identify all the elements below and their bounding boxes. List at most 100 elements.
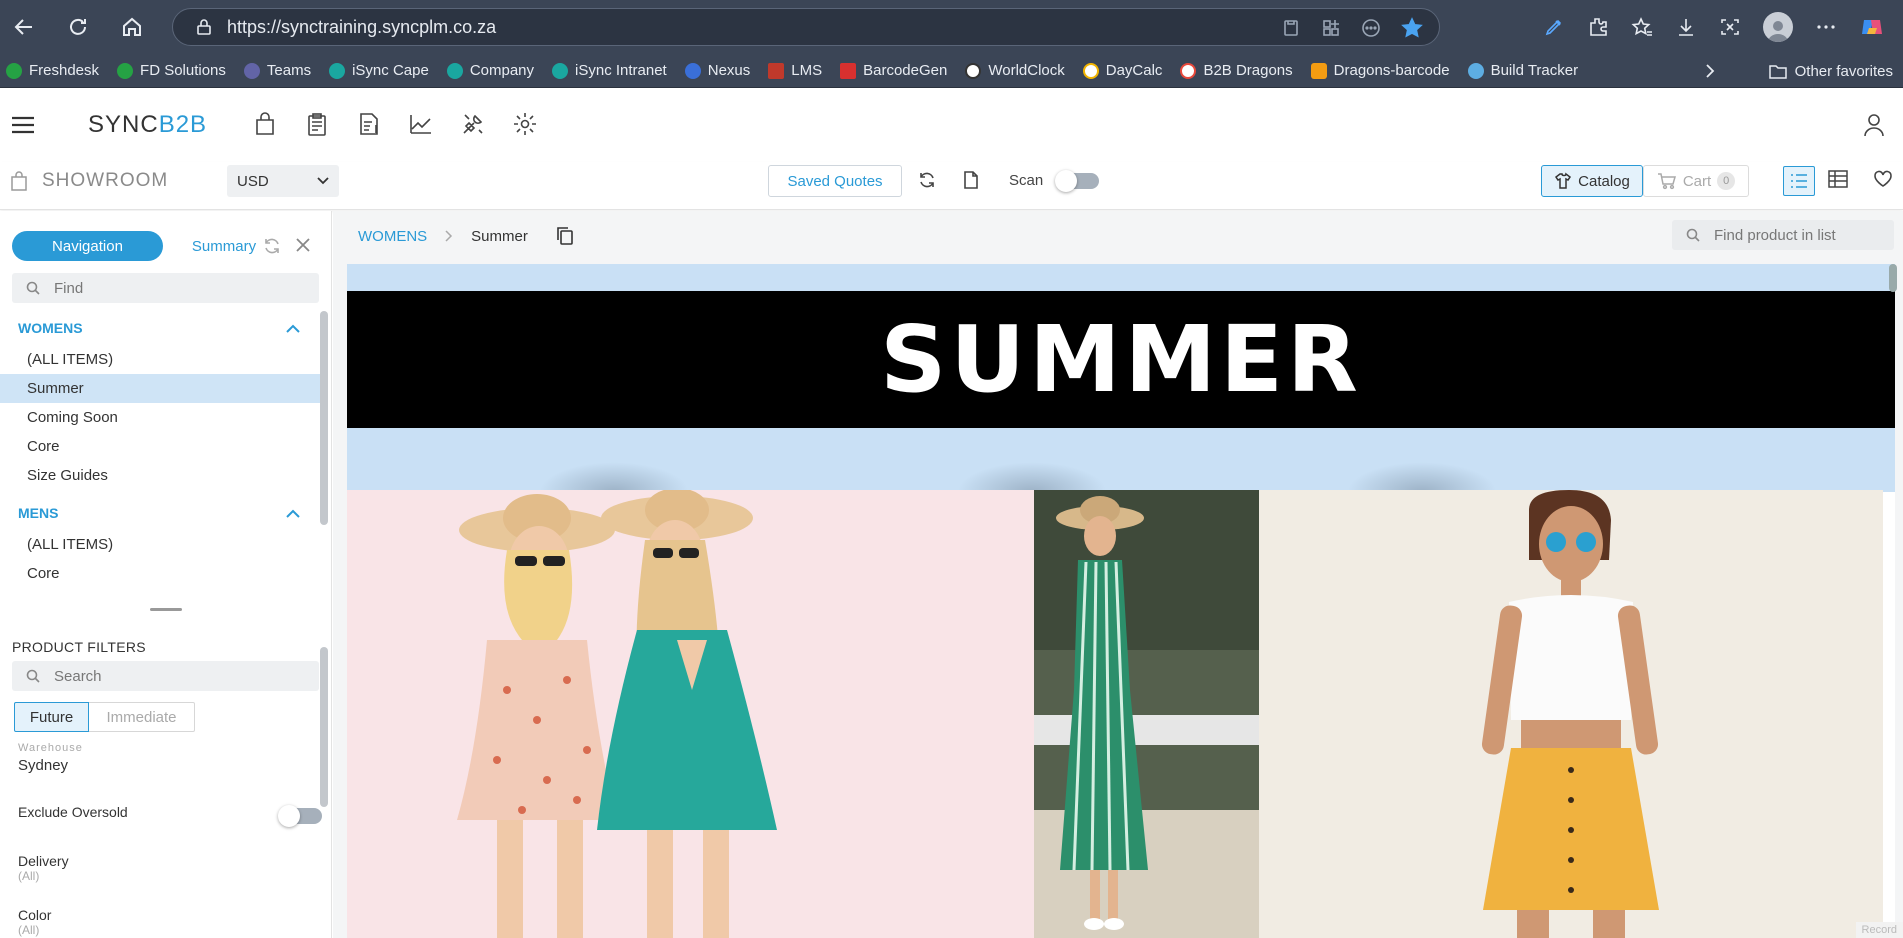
bookmark-label: WorldClock (988, 62, 1065, 79)
bookmark-label: B2B Dragons (1203, 62, 1293, 79)
cart-button[interactable]: Cart 0 (1643, 165, 1749, 197)
favorite-star-icon[interactable] (1401, 17, 1423, 39)
tab-navigation[interactable]: Navigation (12, 231, 163, 261)
bookmark-label: DayCalc (1105, 62, 1163, 79)
saved-quotes-button[interactable]: Saved Quotes (768, 165, 902, 197)
other-favorites[interactable]: Other favorites (1768, 54, 1893, 88)
bookmark-worldclock[interactable]: WorldClock (959, 54, 1076, 88)
more-page-icon[interactable] (1361, 18, 1381, 38)
bookmark-isync-intranet[interactable]: iSync Intranet (546, 54, 679, 88)
catalog-button[interactable]: Catalog (1541, 165, 1643, 197)
clipboard-icon[interactable] (304, 111, 330, 137)
favorites-icon[interactable] (1631, 16, 1653, 38)
main-scrollbar[interactable] (1889, 264, 1897, 292)
document-icon[interactable] (962, 170, 980, 190)
bookmark-company[interactable]: Company (441, 54, 546, 88)
bookmark-label: BarcodeGen (863, 62, 948, 79)
nav-item[interactable]: Core (0, 559, 322, 588)
nav-item[interactable]: Size Guides (0, 461, 322, 490)
find-product-placeholder: Find product in list (1714, 226, 1836, 244)
chevron-right-icon[interactable] (1701, 54, 1719, 88)
bookmark-fd-solutions[interactable]: FD Solutions (111, 54, 238, 88)
showroom-toolbar: SHOWROOM USD Saved Quotes Scan Catalog C… (0, 162, 1903, 210)
group-title: MENS (18, 505, 59, 521)
bookmark-build-tracker[interactable]: Build Tracker (1462, 54, 1591, 88)
color-label[interactable]: Color (18, 907, 51, 923)
copilot-icon[interactable] (1859, 14, 1885, 40)
delivery-label[interactable]: Delivery (18, 853, 69, 869)
table-view-icon[interactable] (1828, 170, 1848, 188)
invoice-icon[interactable] (356, 111, 382, 137)
address-bar[interactable]: https://synctraining.syncplm.co.za (172, 8, 1440, 46)
exclude-oversold-toggle[interactable] (278, 805, 322, 827)
future-toggle[interactable]: Future (14, 702, 89, 732)
find-product-input[interactable]: Find product in list (1672, 220, 1894, 250)
breadcrumb-womens[interactable]: WOMENS (358, 228, 427, 245)
filters-scrollbar[interactable] (320, 647, 328, 807)
reload-icon[interactable] (56, 5, 100, 49)
sidebar-scrollbar[interactable] (320, 311, 328, 525)
brand-prefix: SYNC (88, 111, 159, 138)
refresh-icon[interactable] (262, 237, 282, 255)
showroom-label: SHOWROOM (42, 170, 169, 191)
user-account-icon[interactable] (1863, 113, 1885, 137)
warehouse-select[interactable]: Sydney (18, 757, 68, 774)
nav-group-womens[interactable]: WOMENS (0, 311, 322, 345)
list-view-icon[interactable] (1783, 166, 1815, 196)
nav-item[interactable]: Coming Soon (0, 403, 322, 432)
sidebar-find-input[interactable]: Find (12, 273, 319, 303)
profile-avatar[interactable] (1763, 12, 1793, 42)
folder-icon (1768, 65, 1787, 79)
home-icon[interactable] (110, 5, 154, 49)
scan-toggle[interactable] (1055, 170, 1099, 192)
close-icon[interactable] (296, 238, 310, 252)
shopping-bag-icon[interactable] (252, 111, 278, 137)
layers-icon (1310, 62, 1327, 79)
bookmark-teams[interactable]: Teams (238, 54, 323, 88)
extensions-icon[interactable] (1587, 16, 1609, 38)
immediate-toggle[interactable]: Immediate (89, 702, 195, 732)
lock-icon (195, 18, 213, 36)
screenshot-icon[interactable] (1719, 16, 1741, 38)
apps-icon[interactable] (1321, 18, 1341, 38)
tools-icon[interactable] (460, 111, 486, 137)
back-icon[interactable] (2, 5, 46, 49)
summer-banner: SUMMER (347, 264, 1895, 938)
bookmark-isync-cape[interactable]: iSync Cape (323, 54, 441, 88)
nav-item-selected[interactable]: Summer (0, 374, 322, 403)
nav-group-mens[interactable]: MENS (0, 496, 322, 530)
filter-search-input[interactable]: Search (12, 661, 319, 691)
settings-gear-icon[interactable] (512, 111, 538, 137)
bookmark-nexus[interactable]: Nexus (679, 54, 763, 88)
reading-view-icon[interactable] (1281, 18, 1301, 38)
pen-extension-icon[interactable] (1543, 16, 1565, 38)
resize-handle[interactable] (150, 608, 182, 611)
bookmark-barcodegen[interactable]: BarcodeGen (834, 54, 959, 88)
bookmark-b2b-dragons[interactable]: B2B Dragons (1174, 54, 1304, 88)
downloads-icon[interactable] (1675, 16, 1697, 38)
reports-chart-icon[interactable] (408, 111, 434, 137)
nav-item[interactable]: Core (0, 432, 322, 461)
bookmark-lms[interactable]: LMS (762, 54, 834, 88)
search-placeholder: Search (54, 667, 102, 685)
url-text[interactable]: https://synctraining.syncplm.co.za (227, 17, 496, 38)
brand-logo[interactable]: SYNCB2B (88, 111, 207, 139)
nav-item[interactable]: (ALL ITEMS) (0, 530, 322, 559)
more-menu-icon[interactable] (1815, 16, 1837, 38)
category-tree: WOMENS (ALL ITEMS) Summer Coming Soon Co… (0, 311, 322, 816)
cart-count-badge: 0 (1717, 172, 1736, 190)
nav-item[interactable]: (ALL ITEMS) (0, 345, 322, 374)
brand-suffix: B2B (158, 111, 208, 138)
filters-title: PRODUCT FILTERS (12, 639, 146, 655)
breadcrumb: WOMENS Summer (358, 226, 574, 246)
hamburger-menu-icon[interactable] (12, 116, 34, 134)
bookmark-daycalc[interactable]: DayCalc (1077, 54, 1175, 88)
banner-title-strip: SUMMER (347, 291, 1895, 428)
copy-icon[interactable] (556, 226, 574, 246)
bookmark-freshdesk[interactable]: Freshdesk (0, 54, 111, 88)
refresh-icon[interactable] (917, 170, 937, 190)
currency-select[interactable]: USD (227, 165, 339, 197)
isync-icon (446, 62, 463, 79)
bookmark-dragons-barcode[interactable]: Dragons-barcode (1305, 54, 1462, 88)
heart-icon[interactable] (1873, 170, 1893, 188)
